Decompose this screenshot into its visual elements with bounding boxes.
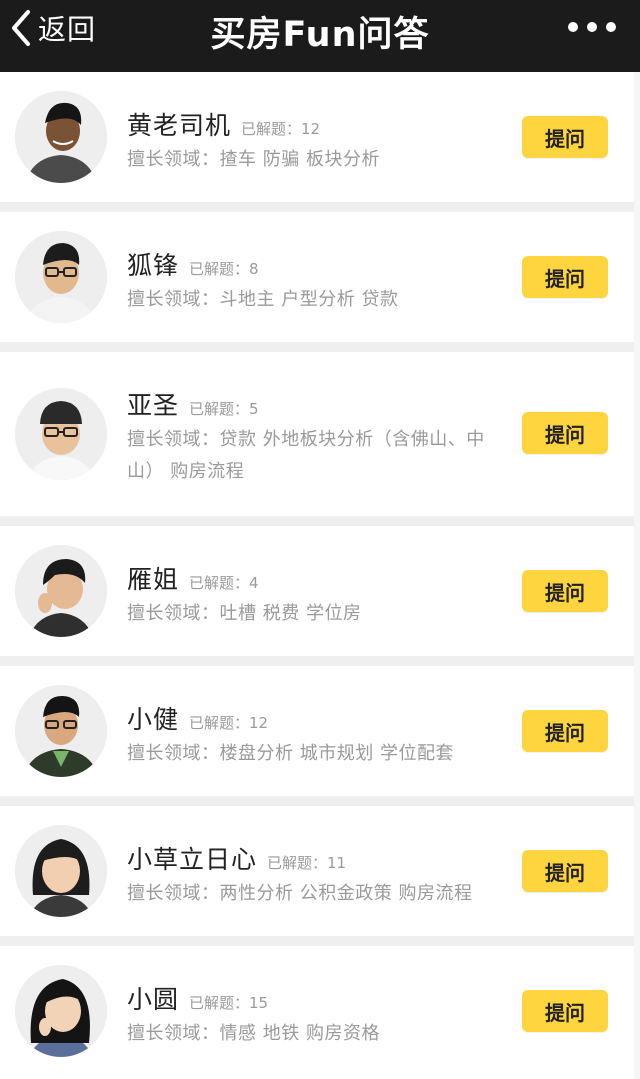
expert-name: 小草立日心	[127, 845, 258, 874]
expertise-tags: 擅长领域：两性分析 公积金政策 购房流程	[127, 883, 473, 904]
expertise-tags: 擅长领域：揸车 防骗 板块分析	[127, 149, 380, 170]
scroll-edge	[634, 72, 640, 1079]
more-menu-button[interactable]	[568, 17, 616, 37]
expert-card[interactable]: 狐锋 已解题：8 擅长领域：斗地主 户型分析 贷款 提问	[0, 212, 634, 342]
ask-question-button[interactable]: 提问	[522, 570, 608, 612]
ask-question-button[interactable]: 提问	[522, 990, 608, 1032]
avatar	[15, 388, 107, 480]
expert-card[interactable]: 小健 已解题：12 擅长领域：楼盘分析 城市规划 学位配套 提问	[0, 666, 634, 796]
top-nav-bar: 返回 买房Fun问答	[0, 0, 640, 72]
person-avatar-icon	[15, 388, 107, 480]
solved-count: 已解题：11	[267, 854, 347, 872]
person-avatar-icon	[15, 545, 107, 637]
ask-question-button[interactable]: 提问	[522, 850, 608, 892]
avatar	[15, 965, 107, 1057]
expertise-tags: 擅长领域：贷款 外地板块分析（含佛山、中山） 购房流程	[127, 429, 485, 482]
expert-card[interactable]: 雁姐 已解题：4 擅长领域：吐槽 税费 学位房 提问	[0, 526, 634, 656]
solved-count: 已解题：12	[241, 120, 321, 138]
expertise-tags: 擅长领域：情感 地铁 购房资格	[127, 1023, 380, 1044]
solved-count: 已解题：8	[189, 260, 259, 278]
expert-card[interactable]: 小圆 已解题：15 擅长领域：情感 地铁 购房资格 提问	[0, 946, 634, 1079]
expertise-tags: 擅长领域：吐槽 税费 学位房	[127, 603, 362, 624]
expert-name: 亚圣	[127, 391, 180, 420]
avatar	[15, 825, 107, 917]
person-avatar-icon	[15, 91, 107, 183]
expertise-tags: 擅长领域：楼盘分析 城市规划 学位配套	[127, 743, 454, 764]
person-avatar-icon	[15, 965, 107, 1057]
expertise-tags: 擅长领域：斗地主 户型分析 贷款	[127, 289, 399, 310]
ask-question-button[interactable]: 提问	[522, 256, 608, 298]
avatar	[15, 231, 107, 323]
avatar	[15, 545, 107, 637]
person-avatar-icon	[15, 231, 107, 323]
ask-question-button[interactable]: 提问	[522, 412, 608, 454]
person-avatar-icon	[15, 825, 107, 917]
expert-name: 狐锋	[127, 251, 180, 280]
avatar	[15, 91, 107, 183]
expert-card[interactable]: 小草立日心 已解题：11 擅长领域：两性分析 公积金政策 购房流程 提问	[0, 806, 634, 936]
expert-card[interactable]: 亚圣 已解题：5 擅长领域：贷款 外地板块分析（含佛山、中山） 购房流程 提问	[0, 352, 634, 516]
person-avatar-icon	[15, 685, 107, 777]
ask-question-button[interactable]: 提问	[522, 710, 608, 752]
expert-name: 小圆	[127, 985, 180, 1014]
expert-name: 雁姐	[127, 565, 180, 594]
ask-question-button[interactable]: 提问	[522, 116, 608, 158]
solved-count: 已解题：15	[189, 994, 269, 1012]
page-title: 买房Fun问答	[210, 15, 430, 55]
avatar	[15, 685, 107, 777]
solved-count: 已解题：4	[189, 574, 259, 592]
expert-card[interactable]: 黄老司机 已解题：12 擅长领域：揸车 防骗 板块分析 提问	[0, 72, 634, 202]
solved-count: 已解题：12	[189, 714, 269, 732]
more-dots-icon	[568, 22, 578, 32]
expert-name: 小健	[127, 705, 180, 734]
solved-count: 已解题：5	[189, 400, 259, 418]
expert-name: 黄老司机	[127, 111, 232, 140]
